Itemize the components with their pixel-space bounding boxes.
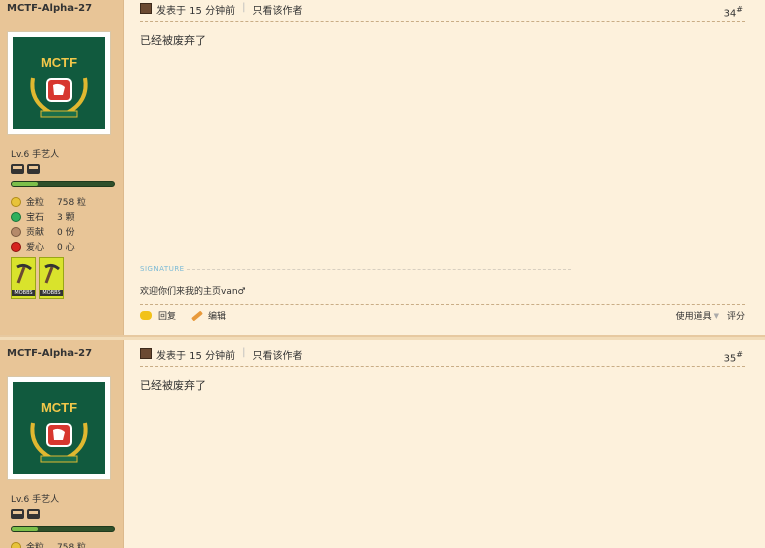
stat-heart: 爱心 0 心 <box>11 239 86 254</box>
floor-value: 35 <box>723 353 737 365</box>
signature-divider <box>186 269 571 270</box>
user-level[interactable]: Lv.6 手艺人 <box>11 492 59 505</box>
pickaxe-medal[interactable]: MOBBS <box>39 257 64 299</box>
post-message: 已经被废弃了 <box>140 379 206 392</box>
rate-button[interactable]: 评分 <box>727 309 745 322</box>
user-stats: 金粒 758 粒 宝石 3 颗 贡献 0 份 爱心 0 心 <box>11 194 86 254</box>
level-progress-bar <box>11 526 115 532</box>
post-34: MCTF-Alpha-27 MCTF Lv.6 手艺人 金粒 758 粒 宝石 … <box>0 0 765 336</box>
medal-tag: MOBBS <box>12 290 35 296</box>
post-actions-right: 使用道具 ▼ 评分 <box>676 309 745 323</box>
level-progress-bar <box>11 181 115 187</box>
pickaxe-icon <box>16 263 32 284</box>
user-group-icons <box>11 509 40 519</box>
stat-value: 3 颗 <box>57 213 75 223</box>
bus-icon <box>27 509 40 519</box>
post-meta: 发表于 15 分钟前 | 只看该作者 <box>140 347 745 367</box>
laurel-badge-icon <box>30 422 88 463</box>
online-status-icon <box>140 3 152 14</box>
gold-nugget-icon <box>11 541 21 548</box>
edit-label: 编辑 <box>208 312 227 322</box>
floor-mark: # <box>736 5 743 14</box>
level-progress-fill <box>12 182 38 186</box>
stat-value: 0 份 <box>57 228 75 238</box>
floor-number[interactable]: 35# <box>724 350 743 364</box>
stat-gold: 金粒 758 粒 <box>11 194 86 209</box>
reply-button[interactable]: 回复 <box>140 309 176 322</box>
pickaxe-icon <box>44 263 60 284</box>
stat-value: 0 心 <box>57 243 75 253</box>
pickaxe-medal[interactable]: MOBBS <box>11 257 36 299</box>
floor-mark: # <box>736 350 743 359</box>
author-sidebar: MCTF-Alpha-27 MCTF Lv.6 手艺人 <box>0 0 124 336</box>
emerald-icon <box>11 211 21 222</box>
stat-value: 758 粒 <box>57 543 87 548</box>
pencil-icon <box>191 310 203 321</box>
stat-label: 宝石 <box>26 213 45 223</box>
post-35: MCTF-Alpha-27 MCTF Lv.6 手艺人 金粒 758 粒 发表于… <box>0 340 765 548</box>
floor-number[interactable]: 34# <box>724 5 743 19</box>
stat-label: 金粒 <box>26 543 45 548</box>
post-meta: 发表于 15 分钟前 | 只看该作者 <box>140 2 745 22</box>
author-only-link[interactable]: 只看该作者 <box>252 347 302 362</box>
post-time: 发表于 15 分钟前 <box>156 351 236 362</box>
avatar-logo-text: MCTF <box>40 400 78 415</box>
edit-button[interactable]: 编辑 <box>191 309 226 322</box>
medals: MOBBS MOBBS <box>11 257 64 299</box>
post-content: 发表于 15 分钟前 | 只看该作者 35# 已经被废弃了 <box>125 340 765 548</box>
level-progress-fill <box>12 527 38 531</box>
laurel-badge-icon <box>30 77 88 118</box>
contribution-icon <box>11 226 21 237</box>
stat-value: 758 粒 <box>57 198 87 208</box>
reply-label: 回复 <box>158 312 177 322</box>
bus-icon <box>11 164 24 174</box>
post-content: 发表于 15 分钟前 | 只看该作者 34# 已经被废弃了 SIGNATURE … <box>125 0 765 336</box>
author-username[interactable]: MCTF-Alpha-27 <box>7 3 92 14</box>
user-stats: 金粒 758 粒 <box>11 539 86 548</box>
avatar-image: MCTF <box>13 37 105 129</box>
medal-tag: MOBBS <box>40 290 63 296</box>
stat-label: 贡献 <box>26 228 45 238</box>
online-status-icon <box>140 348 152 359</box>
author-only-link[interactable]: 只看该作者 <box>252 2 302 17</box>
author-sidebar: MCTF-Alpha-27 MCTF Lv.6 手艺人 <box>0 340 124 548</box>
separator: | <box>242 347 246 358</box>
avatar[interactable]: MCTF <box>7 31 111 135</box>
gold-nugget-icon <box>11 196 21 207</box>
post-message: 已经被废弃了 <box>140 34 206 47</box>
separator: | <box>242 2 246 13</box>
stat-contribution: 贡献 0 份 <box>11 224 86 239</box>
floor-value: 34 <box>723 8 737 20</box>
signature-label: SIGNATURE <box>140 265 185 273</box>
use-item-dropdown[interactable]: 使用道具 <box>676 309 712 322</box>
post-actions: 回复 编辑 使用道具 ▼ 评分 <box>140 304 745 326</box>
avatar-image: MCTF <box>13 382 105 474</box>
post-time: 发表于 15 分钟前 <box>156 6 236 17</box>
reply-icon <box>140 311 152 320</box>
signature-header: SIGNATURE <box>140 265 571 273</box>
heart-icon <box>11 241 21 252</box>
author-username[interactable]: MCTF-Alpha-27 <box>7 348 92 359</box>
avatar-logo-text: MCTF <box>40 55 78 70</box>
bus-icon <box>27 164 40 174</box>
user-level[interactable]: Lv.6 手艺人 <box>11 147 59 160</box>
stat-label: 爱心 <box>26 243 45 253</box>
stat-label: 金粒 <box>26 198 45 208</box>
stat-gold: 金粒 758 粒 <box>11 539 86 548</box>
avatar[interactable]: MCTF <box>7 376 111 480</box>
chevron-down-icon: ▼ <box>713 311 719 320</box>
user-group-icons <box>11 164 40 174</box>
stat-gem: 宝石 3 颗 <box>11 209 86 224</box>
bus-icon <box>11 509 24 519</box>
signature-text: 欢迎你们来我的主页van♂ <box>140 287 246 297</box>
